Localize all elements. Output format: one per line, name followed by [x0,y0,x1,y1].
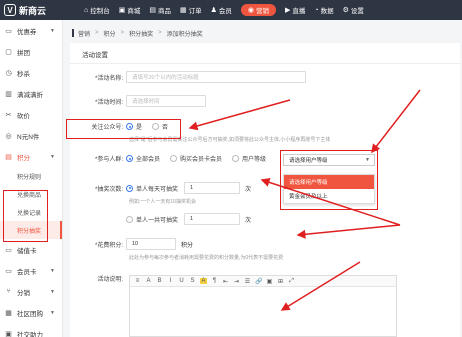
arrow-to-times [260,178,401,226]
arrow-to-follow [188,99,291,131]
arrow-to-cost [296,224,401,239]
arrow-to-editor [280,261,361,311]
annotation-arrows [188,89,421,311]
arrow-to-level [371,89,421,154]
